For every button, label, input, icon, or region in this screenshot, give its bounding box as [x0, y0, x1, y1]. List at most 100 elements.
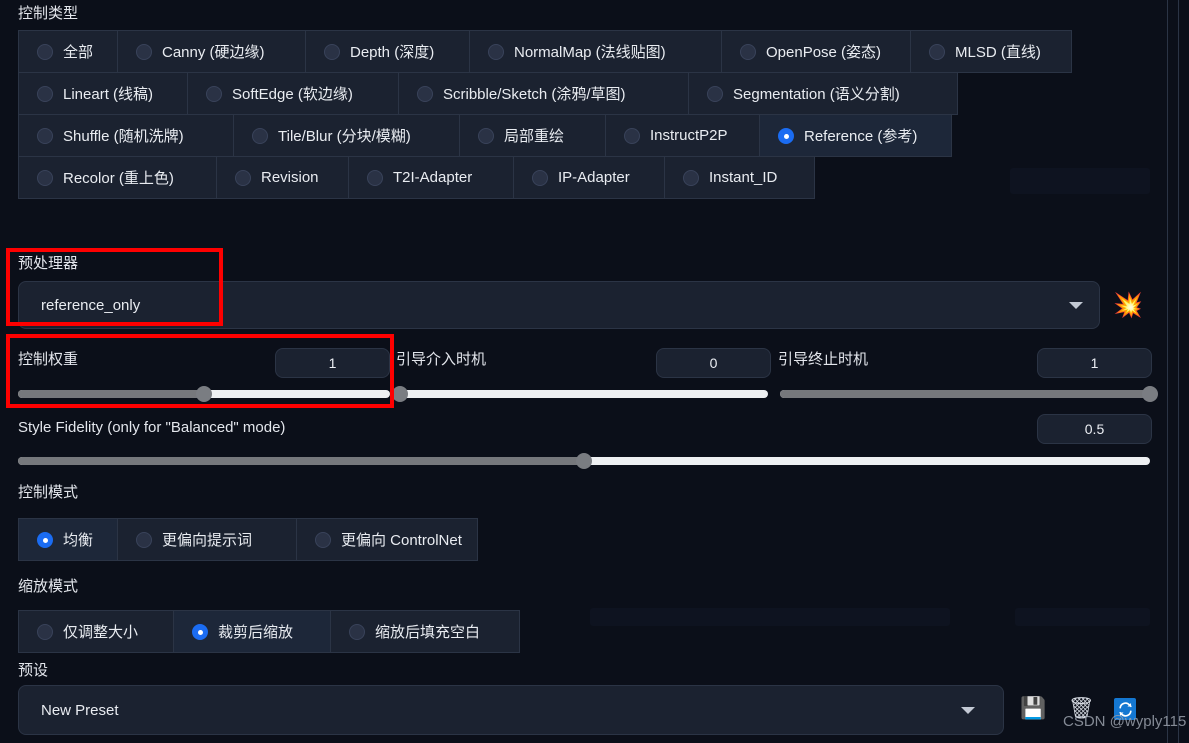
control-type-option-instant-id[interactable]: Instant_ID — [664, 156, 815, 199]
style-fidelity-slider[interactable] — [18, 453, 1150, 469]
radio-label: 裁剪后缩放 — [218, 624, 294, 641]
guidance-end-input[interactable]: 1 — [1037, 348, 1152, 378]
radio-dot-icon — [929, 43, 945, 60]
radio-label: T2I-Adapter — [393, 169, 473, 186]
control-type-option-recolor[interactable]: Recolor (重上色) — [18, 156, 217, 199]
guidance-start-slider[interactable] — [392, 386, 768, 402]
radio-label: 均衡 — [63, 532, 94, 549]
radio-dot-icon — [206, 85, 222, 102]
resize-mode-option-item[interactable]: 裁剪后缩放 — [173, 610, 331, 653]
radio-dot-icon — [349, 623, 365, 640]
control-type-label: 控制类型 — [18, 5, 79, 22]
control-weight-input[interactable]: 1 — [275, 348, 390, 378]
radio-dot-icon — [624, 127, 640, 144]
control-type-row-1: Lineart (线稿) SoftEdge (软边缘) Scribble/Sketc… — [18, 72, 1150, 115]
control-type-option-softedge[interactable]: SoftEdge (软边缘) — [187, 72, 399, 115]
resize-mode-label: 缩放模式 — [18, 578, 79, 595]
preset-dropdown[interactable]: New Preset — [18, 685, 1004, 735]
explode-icon[interactable]: 💥 — [1113, 293, 1143, 317]
ghost-block-4 — [1015, 608, 1150, 626]
slider-thumb[interactable] — [1142, 386, 1158, 402]
radio-label: MLSD (直线) — [955, 44, 1041, 61]
control-type-option-depth[interactable]: Depth (深度) — [305, 30, 470, 73]
radio-dot-icon — [324, 43, 340, 60]
radio-label: Segmentation (语义分割) — [733, 86, 900, 103]
panel-border-right-inner — [1167, 0, 1168, 743]
controlnet-panel: 控制类型 全部 Canny (硬边缘) Depth (深度) NormalMap (法… — [0, 0, 1189, 743]
guidance-start-input[interactable]: 0 — [656, 348, 771, 378]
control-type-option-scribble-sketch[interactable]: Scribble/Sketch (涂鸦/草图) — [398, 72, 689, 115]
radio-label: Reference (参考) — [804, 128, 918, 145]
control-type-row-2: Shuffle (随机洗牌) Tile/Blur (分块/模糊) 局部重绘 Instr… — [18, 114, 1150, 157]
chevron-down-icon — [1069, 302, 1083, 309]
control-mode-radio-group: 均衡 更偏向提示词 更偏向 ControlNet — [18, 518, 478, 561]
radio-label: IP-Adapter — [558, 169, 630, 186]
control-type-option-openpose[interactable]: OpenPose (姿态) — [721, 30, 911, 73]
control-type-option-shuffle[interactable]: Shuffle (随机洗牌) — [18, 114, 234, 157]
radio-label: Scribble/Sketch (涂鸦/草图) — [443, 86, 626, 103]
radio-label: NormalMap (法线贴图) — [514, 44, 666, 61]
resize-mode-option-item[interactable]: 仅调整大小 — [18, 610, 174, 653]
slider-thumb[interactable] — [392, 386, 408, 402]
control-type-option-lineart[interactable]: Lineart (线稿) — [18, 72, 188, 115]
preset-label: 预设 — [18, 662, 49, 679]
control-mode-option-controlnet[interactable]: 更偏向 ControlNet — [296, 518, 478, 561]
control-type-option-item[interactable]: 全部 — [18, 30, 118, 73]
control-type-option-mlsd[interactable]: MLSD (直线) — [910, 30, 1072, 73]
control-mode-option-item[interactable]: 均衡 — [18, 518, 118, 561]
radio-dot-icon — [37, 127, 53, 144]
radio-label: 仅调整大小 — [63, 624, 139, 641]
radio-label: Tile/Blur (分块/模糊) — [278, 128, 411, 145]
radio-dot-icon — [478, 127, 494, 144]
radio-label: Canny (硬边缘) — [162, 44, 265, 61]
radio-dot-icon — [37, 169, 53, 186]
control-type-radio-group: 全部 Canny (硬边缘) Depth (深度) NormalMap (法线贴图) O… — [18, 30, 1150, 199]
style-fidelity-input[interactable]: 0.5 — [1037, 414, 1152, 444]
slider-track — [400, 390, 768, 398]
control-weight-label: 控制权重 — [18, 351, 79, 368]
slider-fill — [18, 457, 584, 465]
radio-label: 更偏向 ControlNet — [341, 532, 462, 549]
control-type-option-reference[interactable]: Reference (参考) — [759, 114, 952, 157]
radio-label: InstructP2P — [650, 127, 728, 144]
control-weight-slider[interactable] — [18, 386, 390, 402]
control-mode-option-item[interactable]: 更偏向提示词 — [117, 518, 297, 561]
control-type-section: 控制类型 全部 Canny (硬边缘) Depth (深度) NormalMap (法… — [18, 4, 1150, 199]
control-type-option-revision[interactable]: Revision — [216, 156, 349, 199]
preprocessor-dropdown[interactable]: reference_only — [18, 281, 1100, 329]
slider-fill — [780, 390, 1150, 398]
control-type-option-tile-blur[interactable]: Tile/Blur (分块/模糊) — [233, 114, 460, 157]
resize-mode-option-item[interactable]: 缩放后填充空白 — [330, 610, 520, 653]
radio-dot-icon — [740, 43, 756, 60]
control-type-option-t2i-adapter[interactable]: T2I-Adapter — [348, 156, 514, 199]
guidance-end-label: 引导终止时机 — [778, 351, 869, 368]
control-type-option-segmentation[interactable]: Segmentation (语义分割) — [688, 72, 958, 115]
radio-dot-icon — [235, 169, 251, 186]
save-preset-icon[interactable]: 💾 — [1020, 698, 1046, 719]
radio-dot-icon — [37, 531, 53, 548]
radio-label: Depth (深度) — [350, 44, 435, 61]
radio-dot-icon — [252, 127, 268, 144]
control-type-option-instructp2p[interactable]: InstructP2P — [605, 114, 760, 157]
slider-thumb[interactable] — [196, 386, 212, 402]
radio-dot-icon — [778, 127, 794, 144]
guidance-end-slider[interactable] — [780, 386, 1158, 402]
radio-dot-icon — [136, 531, 152, 548]
control-type-option-ip-adapter[interactable]: IP-Adapter — [513, 156, 665, 199]
preprocessor-value: reference_only — [41, 296, 141, 314]
ghost-block-3 — [760, 608, 950, 626]
radio-label: OpenPose (姿态) — [766, 44, 882, 61]
resize-mode-radio-group: 仅调整大小 裁剪后缩放 缩放后填充空白 — [18, 610, 520, 653]
guidance-start-label: 引导介入时机 — [396, 351, 487, 368]
slider-thumb[interactable] — [576, 453, 592, 469]
radio-dot-icon — [488, 43, 504, 60]
control-type-row-0: 全部 Canny (硬边缘) Depth (深度) NormalMap (法线贴图) O… — [18, 30, 1150, 73]
control-mode-label: 控制模式 — [18, 484, 79, 501]
radio-label: Lineart (线稿) — [63, 86, 154, 103]
control-type-option-canny[interactable]: Canny (硬边缘) — [117, 30, 306, 73]
control-type-option-item[interactable]: 局部重绘 — [459, 114, 606, 157]
control-type-option-normalmap[interactable]: NormalMap (法线贴图) — [469, 30, 722, 73]
radio-dot-icon — [192, 623, 208, 640]
radio-label: Recolor (重上色) — [63, 170, 174, 187]
radio-label: SoftEdge (软边缘) — [232, 86, 353, 103]
